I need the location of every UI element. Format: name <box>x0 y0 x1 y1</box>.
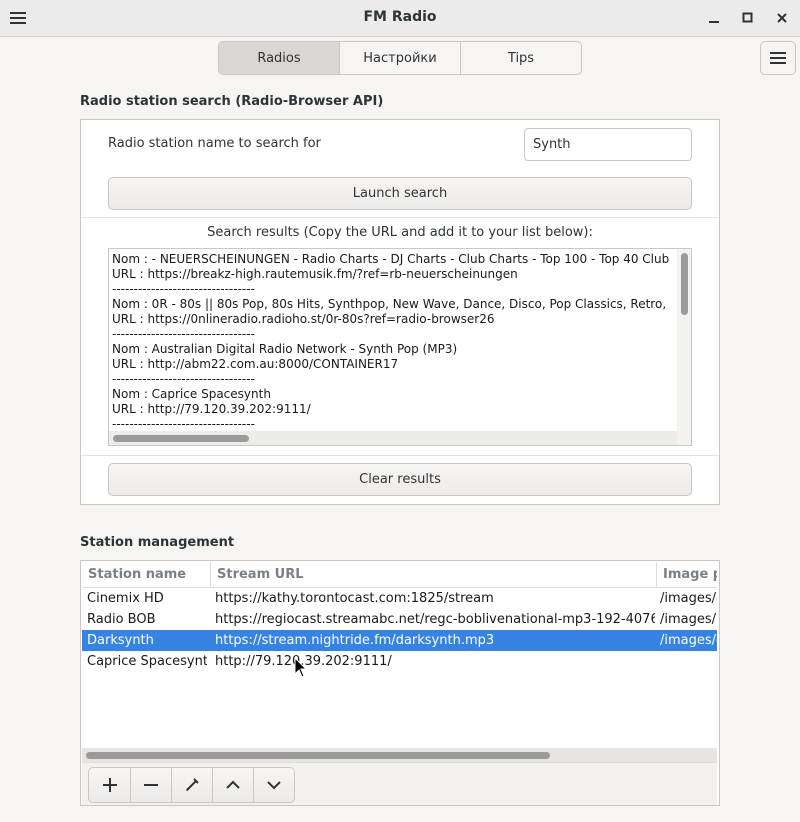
stream-url-cell: http://79.120.39.202:9111/ <box>215 654 392 669</box>
column-station-name[interactable]: Station name <box>82 562 210 587</box>
close-icon[interactable] <box>770 6 794 30</box>
toolbar-button-group <box>88 767 295 803</box>
clear-results-button[interactable]: Clear results <box>108 463 692 496</box>
view-switcher: Radios Настройки Tips <box>218 41 582 75</box>
edit-icon <box>186 778 199 791</box>
search-results-text: Nom : - NEUERSCHEINUNGEN - Radio Charts … <box>112 252 670 431</box>
image-path-cell: /images/E <box>660 612 717 627</box>
main-menu-button[interactable] <box>760 41 796 75</box>
move-down-icon <box>267 781 281 790</box>
divider <box>81 217 719 218</box>
management-section-title: Station management <box>80 535 235 550</box>
stream-url-cell: https://stream.nightride.fm/darksynth.mp… <box>215 633 495 648</box>
table-row-selected[interactable]: Darksynth https://stream.nightride.fm/da… <box>82 630 717 651</box>
stream-url-cell: https://kathy.torontocast.com:1825/strea… <box>215 591 494 606</box>
station-name-input[interactable]: Synth <box>524 128 692 161</box>
remove-icon <box>144 784 158 786</box>
tab-settings[interactable]: Настройки <box>339 42 460 74</box>
station-name-label: Radio station name to search for <box>108 136 321 151</box>
station-name-cell: Caprice Spacesynth <box>87 654 207 669</box>
maximize-icon[interactable] <box>736 6 760 30</box>
station-toolbar <box>82 762 717 805</box>
results-label: Search results (Copy the URL and add it … <box>207 225 593 240</box>
column-stream-url[interactable]: Stream URL <box>210 562 656 587</box>
results-horizontal-scrollbar[interactable] <box>109 431 677 445</box>
window-title: FM Radio <box>363 9 437 25</box>
move-up-button[interactable] <box>212 768 253 802</box>
launch-search-button[interactable]: Launch search <box>108 177 692 210</box>
title-bar: FM Radio <box>0 0 800 37</box>
tab-tips[interactable]: Tips <box>460 42 581 74</box>
image-path-cell: /images/d <box>660 633 717 648</box>
station-table: Station name Stream URL Image p Cinemix … <box>82 562 717 748</box>
table-horizontal-scrollbar[interactable] <box>82 748 717 762</box>
move-down-button[interactable] <box>253 768 294 802</box>
table-row[interactable]: Cinemix HD https://kathy.torontocast.com… <box>82 588 717 609</box>
search-section-title: Radio station search (Radio-Browser API) <box>80 94 384 109</box>
add-station-button[interactable] <box>89 768 130 802</box>
mouse-pointer-icon <box>294 657 308 678</box>
add-icon <box>102 778 117 792</box>
table-row[interactable]: Radio BOB https://regiocast.streamabc.ne… <box>82 609 717 630</box>
station-name-cell: Darksynth <box>87 633 154 648</box>
tab-radios[interactable]: Radios <box>219 42 339 74</box>
station-name-cell: Radio BOB <box>87 612 156 627</box>
divider <box>81 455 719 456</box>
minimize-icon[interactable] <box>702 6 726 30</box>
hamburger-icon <box>770 52 786 64</box>
station-name-cell: Cinemix HD <box>87 591 164 606</box>
move-up-icon <box>226 780 240 789</box>
image-path-cell: /images/c <box>660 591 717 606</box>
remove-station-button[interactable] <box>130 768 171 802</box>
table-header: Station name Stream URL Image p <box>82 562 717 588</box>
stream-url-cell: https://regiocast.streamabc.net/regc-bob… <box>215 612 655 627</box>
search-results-textview[interactable]: Nom : - NEUERSCHEINUNGEN - Radio Charts … <box>108 248 692 446</box>
edit-station-button[interactable] <box>171 768 212 802</box>
results-vertical-scrollbar[interactable] <box>677 249 691 445</box>
column-image-path[interactable]: Image p <box>656 562 717 587</box>
image-path-cell <box>660 651 717 672</box>
table-row[interactable]: Caprice Spacesynth http://79.120.39.202:… <box>82 651 717 672</box>
